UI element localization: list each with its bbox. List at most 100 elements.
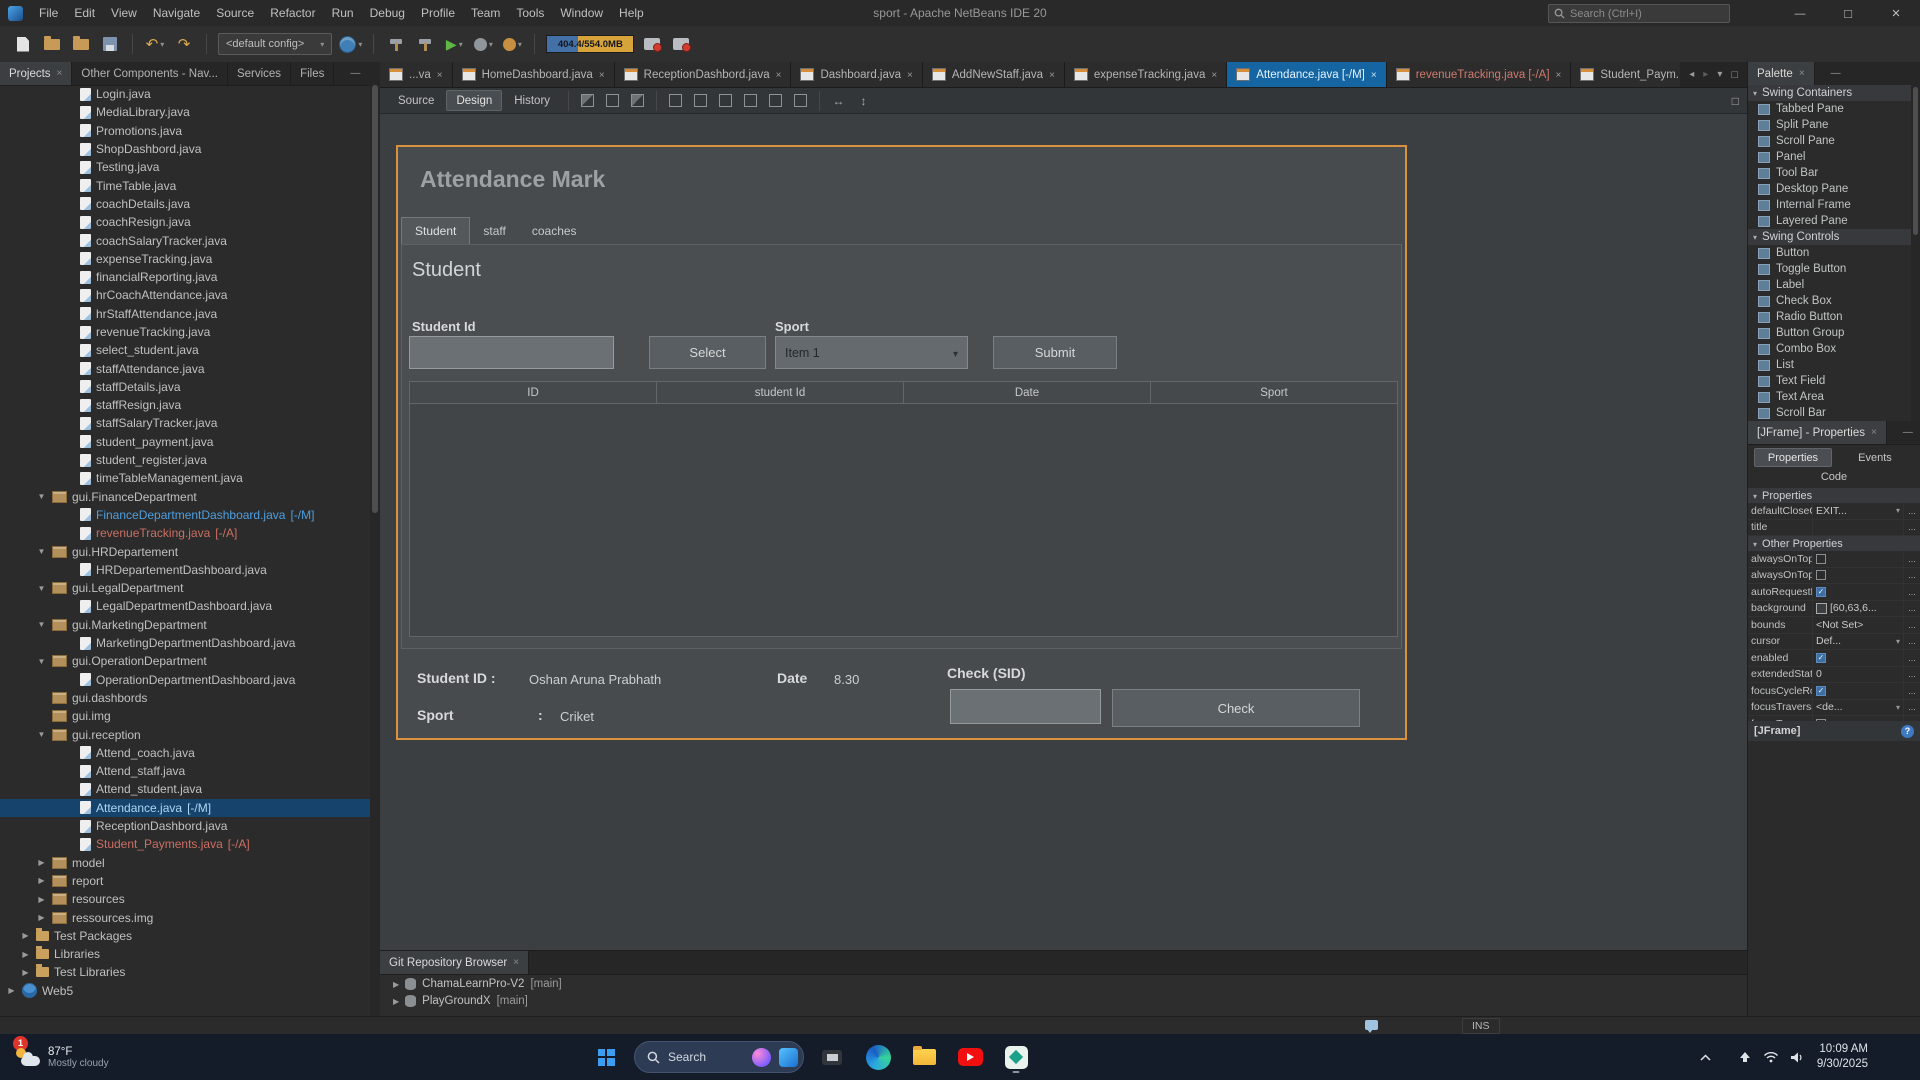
tree-item[interactable]: gui.dashbords [0,689,370,707]
property-row[interactable]: cursor Def... ... [1748,634,1920,651]
checkbox-icon[interactable] [1816,686,1826,696]
close-icon[interactable] [1556,69,1562,81]
tree-item[interactable]: TimeTable.java [0,176,370,194]
properties-tab[interactable]: [JFrame] - Properties [1748,421,1887,444]
tree-item[interactable]: Student_Payments.java [-/A] [0,835,370,853]
minimize-panel-button[interactable] [1831,62,1841,85]
taskbar-clock[interactable]: 10:09 AM 9/30/2025 [1817,1042,1868,1072]
panel-tab[interactable]: Projects [0,62,72,85]
form-tab[interactable]: staff [470,217,518,244]
palette-item[interactable]: Check Box [1748,293,1920,309]
property-row[interactable]: focusCycleRo ... [1748,683,1920,700]
resize-horizontal-button[interactable]: ↔ [828,91,849,110]
editor-view-button[interactable]: History [504,90,560,111]
tree-item[interactable]: expenseTracking.java [0,250,370,268]
menu-item[interactable]: Source [208,0,262,26]
center-horizontal-button[interactable] [765,91,786,110]
tree-expander-icon[interactable] [36,547,47,556]
property-value[interactable] [1813,520,1903,536]
menu-item[interactable]: Debug [362,0,413,26]
palette-item[interactable]: Desktop Pane [1748,181,1920,197]
align-left-button[interactable] [665,91,686,110]
scroll-tabs-right-button[interactable] [1703,69,1708,80]
tree-item[interactable]: coachSalaryTracker.java [0,231,370,249]
close-icon[interactable] [907,69,913,81]
panel-tab[interactable]: Files [291,62,334,85]
editor-tab[interactable]: HomeDashboard.java [453,62,615,87]
tree-expander-icon[interactable] [36,657,47,666]
git-repo-row[interactable]: ChamaLearnPro-V2 [main] [380,975,1747,992]
property-row[interactable]: autoRequestF ... [1748,584,1920,601]
help-icon[interactable]: ? [1901,725,1914,738]
taskbar-edge[interactable] [860,1039,896,1075]
quick-search-box[interactable]: Search (Ctrl+I) [1548,4,1730,23]
tree-item[interactable]: FinanceDepartmentDashboard.java [-/M] [0,506,370,524]
profile-point-button-2[interactable] [670,31,692,57]
checkbox-icon[interactable] [1816,653,1826,663]
tree-expander-icon[interactable] [36,858,47,867]
property-row[interactable]: bounds <Not Set> ... [1748,617,1920,634]
property-row[interactable]: extendedState 0 ... [1748,667,1920,684]
property-value[interactable] [1813,683,1903,699]
taskbar-file-explorer[interactable] [906,1039,942,1075]
palette-item[interactable]: Split Pane [1748,117,1920,133]
editor-tab[interactable]: ReceptionDashbord.java [615,62,792,87]
other-properties-section-header[interactable]: Other Properties [1748,536,1920,551]
palette-item[interactable]: Radio Button [1748,309,1920,325]
tree-expander-icon[interactable] [20,931,31,940]
palette-item[interactable]: Text Field [1748,373,1920,389]
property-row[interactable]: background [60,63,6... ... [1748,601,1920,618]
close-icon[interactable] [1799,68,1805,79]
resize-vertical-button[interactable]: ↕ [853,91,874,110]
close-icon[interactable] [1049,69,1055,81]
property-value[interactable]: EXIT... [1813,503,1903,519]
tree-expander-icon[interactable] [6,986,17,995]
tree-item[interactable]: Login.java [0,85,370,103]
tree-item[interactable]: coachDetails.java [0,195,370,213]
tree-item[interactable]: Attend_staff.java [0,762,370,780]
tree-item[interactable]: hrCoachAttendance.java [0,286,370,304]
palette-item[interactable]: Button [1748,245,1920,261]
attendance-table[interactable]: ID student Id Date Sport [409,381,1398,637]
palette-tab[interactable]: Palette [1748,62,1815,85]
palette-section-containers[interactable]: Swing Containers [1748,85,1920,101]
table-column-header[interactable]: ID [410,382,657,403]
palette-scrollbar[interactable] [1911,85,1920,421]
form-title-label[interactable]: Attendance Mark [420,166,605,193]
tree-item[interactable]: select_student.java [0,341,370,359]
tree-expander-icon[interactable] [393,995,399,1007]
menu-item[interactable]: Tools [508,0,552,26]
taskbar-youtube[interactable] [952,1039,988,1075]
tree-item[interactable]: student_register.java [0,451,370,469]
property-row[interactable]: focusTraversal <de... ... [1748,700,1920,717]
property-row[interactable]: alwaysOnTop ... [1748,551,1920,568]
close-icon[interactable] [599,69,605,81]
palette-item[interactable]: Scroll Pane [1748,133,1920,149]
tree-item[interactable]: timeTableManagement.java [0,469,370,487]
clean-build-button[interactable] [414,31,436,57]
tree-item[interactable]: ReceptionDashbord.java [0,817,370,835]
design-canvas[interactable]: Attendance Mark Student staff coaches St… [380,114,1747,950]
menu-item[interactable]: Profile [413,0,463,26]
tab-list-dropdown-button[interactable] [1717,69,1722,80]
tree-item[interactable]: gui.OperationDepartment [0,652,370,670]
memory-indicator[interactable]: 404.4/554.0MB [546,35,634,53]
maximize-button[interactable] [1824,0,1872,26]
form-tab[interactable]: coaches [519,217,590,244]
property-value[interactable] [1813,568,1903,584]
tree-item[interactable]: ShopDashbord.java [0,140,370,158]
tree-item[interactable]: staffResign.java [0,396,370,414]
close-button[interactable] [1872,0,1920,26]
tree-item[interactable]: model [0,853,370,871]
property-editor-button[interactable]: ... [1903,650,1920,666]
menu-item[interactable]: Edit [66,0,103,26]
scrollbar-thumb[interactable] [1913,87,1918,235]
open-project-button[interactable] [70,31,92,57]
tree-expander-icon[interactable] [36,876,47,885]
property-editor-button[interactable]: ... [1903,520,1920,536]
palette-item[interactable]: Text Area [1748,389,1920,405]
close-icon[interactable] [57,68,63,79]
tree-item[interactable]: LegalDepartmentDashboard.java [0,597,370,615]
web-browser-button[interactable]: ▾ [339,31,362,57]
tree-item[interactable]: gui.img [0,707,370,725]
